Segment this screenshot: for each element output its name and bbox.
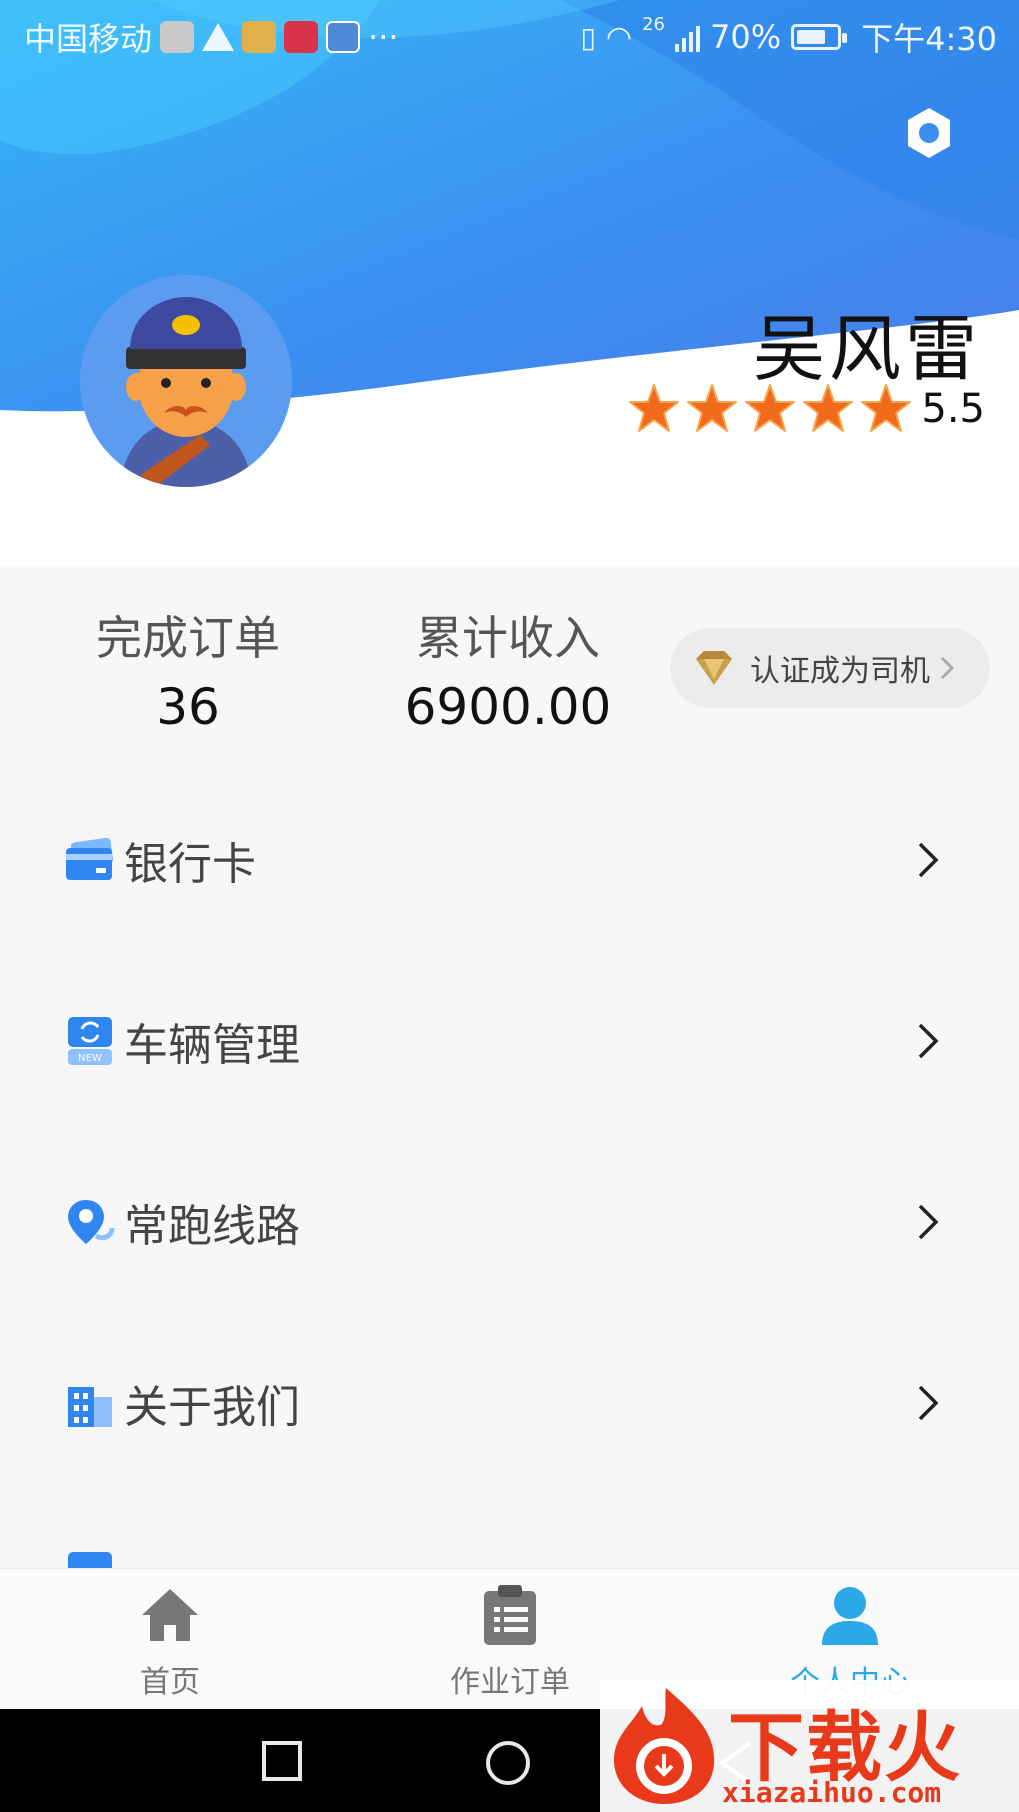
package-notification-icon xyxy=(160,21,195,53)
certify-driver-button[interactable]: 认证成为司机 xyxy=(670,628,990,708)
vibrate-icon: ▯ xyxy=(580,20,596,54)
completed-orders-label: 完成订单 xyxy=(96,611,280,665)
watermark-url: xiazaihuo.com xyxy=(722,1776,942,1809)
avatar[interactable] xyxy=(80,275,292,487)
building-icon xyxy=(68,1387,112,1427)
chevron-right-icon xyxy=(918,1023,939,1059)
watermark: 下载火 xiazaihuo.com xyxy=(600,1680,1019,1812)
menu-item-bank-card[interactable]: 银行卡 xyxy=(0,770,1019,950)
app-notification-icon xyxy=(242,21,277,53)
rating-value: 5.5 xyxy=(921,386,985,432)
battery-icon xyxy=(791,24,848,50)
svg-text:NEW: NEW xyxy=(78,1053,102,1064)
vehicle-new-icon: NEW xyxy=(68,1017,112,1065)
settings-icon[interactable] xyxy=(902,106,956,160)
tab-label: 作业订单 xyxy=(450,1665,570,1700)
chevron-right-icon xyxy=(940,656,954,680)
bank-card-icon xyxy=(66,837,114,880)
recent-apps-icon[interactable] xyxy=(260,1739,304,1783)
wifi-icon: ◠ xyxy=(605,19,633,55)
tab-home[interactable]: 首页 xyxy=(50,1583,290,1701)
home-button-icon[interactable] xyxy=(484,1739,532,1787)
tab-work-orders[interactable]: 作业订单 xyxy=(390,1583,630,1701)
diamond-icon xyxy=(696,651,732,685)
star-icon xyxy=(745,384,796,432)
chevron-right-icon xyxy=(918,1204,939,1240)
total-income-stat: 累计收入 6900.00 xyxy=(378,602,638,736)
total-income-label: 累计收入 xyxy=(416,611,600,665)
menu-item-about[interactable]: 关于我们 xyxy=(0,1313,1019,1493)
chevron-right-icon xyxy=(918,842,939,878)
menu-item-label: 关于我们 xyxy=(124,1382,300,1433)
menu-item-label: 车辆管理 xyxy=(124,1020,300,1071)
network-type-label: 26 xyxy=(642,14,665,35)
battery-percent: 70% xyxy=(710,18,782,56)
home-icon xyxy=(142,1589,198,1641)
star-icon xyxy=(687,384,738,432)
menu-item-label: 银行卡 xyxy=(124,839,256,890)
music-app-icon xyxy=(326,21,361,53)
more-notifications-icon: ··· xyxy=(368,18,399,56)
certify-driver-label: 认证成为司机 xyxy=(750,654,930,689)
signal-icon xyxy=(675,22,700,52)
warning-icon xyxy=(202,23,235,51)
completed-orders-value: 36 xyxy=(156,678,220,736)
status-bar: 中国移动 ··· ▯ ◠ 26 70% 下午4:30 xyxy=(0,0,1019,70)
clipboard-icon xyxy=(484,1585,536,1645)
profile-header: 中国移动 ··· ▯ ◠ 26 70% 下午4:30 吴风雷 5.5 xyxy=(0,0,1019,566)
huawei-store-icon xyxy=(284,21,319,53)
menu-item-vehicle[interactable]: NEW 车辆管理 xyxy=(0,951,1019,1131)
menu-item-routes[interactable]: 常跑线路 xyxy=(0,1132,1019,1312)
menu-item-partial[interactable] xyxy=(0,1494,1019,1568)
flame-logo-icon xyxy=(614,1688,715,1804)
stats-panel: 完成订单 36 累计收入 6900.00 认证成为司机 xyxy=(0,566,1019,756)
completed-orders-stat: 完成订单 36 xyxy=(58,602,318,736)
menu-item-label: 常跑线路 xyxy=(124,1201,300,1252)
star-icon xyxy=(861,384,912,432)
user-icon xyxy=(822,1587,878,1645)
clock-time: 下午4:30 xyxy=(861,20,997,58)
menu-item-partial-icon xyxy=(68,1552,112,1568)
driver-avatar-icon xyxy=(80,275,292,487)
route-location-icon xyxy=(68,1200,115,1244)
total-income-value: 6900.00 xyxy=(404,678,612,736)
tab-label: 首页 xyxy=(140,1665,200,1700)
star-icon xyxy=(629,384,680,432)
chevron-right-icon xyxy=(918,1385,939,1421)
rating: 5.5 xyxy=(627,382,985,436)
star-icon xyxy=(803,384,854,432)
carrier-label: 中国移动 xyxy=(24,20,153,58)
user-name: 吴风雷 xyxy=(752,307,981,391)
